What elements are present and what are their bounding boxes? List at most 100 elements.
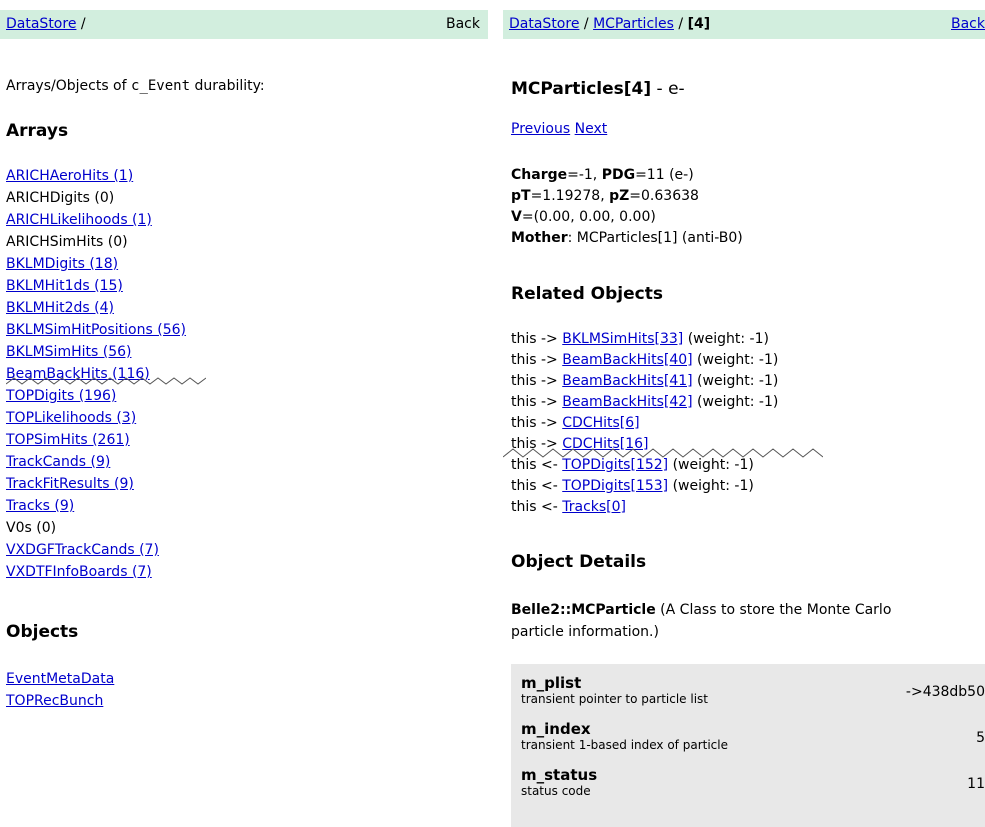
array-link[interactable]: VXDTFInfoBoards (7) (6, 564, 152, 580)
class-description: Belle2::MCParticle (A Class to store the… (511, 599, 981, 643)
array-item[interactable]: TOPSimHits (261) (6, 429, 186, 451)
array-item[interactable]: TOPLikelihoods (3) (6, 407, 186, 429)
array-label: V0s (0) (6, 520, 57, 536)
field-description: transient 1-based index of particle (521, 738, 728, 752)
array-item[interactable]: VXDTFInfoBoards (7) (6, 561, 186, 583)
field-row: m_index transient 1-based index of partic… (521, 720, 985, 762)
pt-label: pT (511, 188, 531, 204)
object-item[interactable]: EventMetaData (6, 668, 114, 690)
array-item[interactable]: BKLMHit2ds (4) (6, 297, 186, 319)
array-link[interactable]: VXDGFTrackCands (7) (6, 542, 159, 558)
breadcrumb-mcparticles-link[interactable]: MCParticles (593, 16, 674, 32)
momentum-line: pT=1.19278, pZ=0.63638 (511, 186, 743, 207)
array-link[interactable]: BeamBackHits (116) (6, 366, 150, 382)
field-row: m_status status code 11 (521, 766, 985, 808)
relation-arrow: this -> (511, 415, 563, 431)
previous-link[interactable]: Previous (511, 121, 570, 137)
array-link[interactable]: TrackCands (9) (6, 454, 110, 470)
array-link[interactable]: TOPLikelihoods (3) (6, 410, 136, 426)
array-item[interactable]: BKLMHit1ds (15) (6, 275, 186, 297)
breadcrumb-separator: / (579, 16, 594, 32)
right-breadcrumb: DataStore / MCParticles / [4] (509, 16, 710, 32)
breadcrumb-datastore-link[interactable]: DataStore (509, 16, 579, 32)
array-item[interactable]: ARICHAeroHits (1) (6, 165, 186, 187)
array-link[interactable]: BKLMSimHits (56) (6, 344, 131, 360)
relation-arrow: this -> (511, 394, 563, 410)
object-fields-table: m_plist transient pointer to particle lis… (511, 664, 985, 827)
breadcrumb-datastore-link[interactable]: DataStore (6, 16, 76, 32)
array-item[interactable]: TOPDigits (196) (6, 385, 186, 407)
v-label: V (511, 209, 522, 225)
array-link[interactable]: BKLMSimHitPositions (56) (6, 322, 186, 338)
related-object-link[interactable]: BeamBackHits[40] (562, 352, 692, 368)
intro-text: Arrays/Objects of (6, 78, 132, 94)
pz-label: pZ (609, 188, 630, 204)
field-name: m_index (521, 720, 591, 738)
field-name: m_status (521, 766, 598, 784)
object-link[interactable]: EventMetaData (6, 671, 114, 687)
related-object-link[interactable]: Tracks[0] (562, 499, 626, 515)
next-link[interactable]: Next (575, 121, 608, 137)
relation-arrow: this <- (511, 478, 563, 494)
mother-label: Mother (511, 230, 568, 246)
vertex-line: V=(0.00, 0.00, 0.00) (511, 207, 743, 228)
array-item[interactable]: TrackFitResults (9) (6, 473, 186, 495)
relation-arrow: this -> (511, 352, 563, 368)
array-link[interactable]: BKLMHit2ds (4) (6, 300, 114, 316)
array-link[interactable]: ARICHAeroHits (1) (6, 168, 133, 184)
array-label: ARICHSimHits (0) (6, 234, 128, 250)
pz-value: =0.63638 (629, 188, 699, 204)
array-link[interactable]: ARICHLikelihoods (1) (6, 212, 152, 228)
related-item: this -> CDCHits[6] (511, 413, 778, 434)
array-item[interactable]: VXDGFTrackCands (7) (6, 539, 186, 561)
relation-weight: (weight: -1) (668, 478, 754, 494)
object-item[interactable]: TOPRecBunch (6, 690, 114, 712)
array-item[interactable]: Tracks (9) (6, 495, 186, 517)
field-value: 5 (976, 730, 985, 746)
right-nav-bar: DataStore / MCParticles / [4] Back (503, 10, 985, 39)
related-object-link[interactable]: BKLMSimHits[33] (562, 331, 683, 347)
array-link[interactable]: TrackFitResults (9) (6, 476, 134, 492)
array-link[interactable]: TOPSimHits (261) (6, 432, 130, 448)
particle-properties: Charge=-1, PDG=11 (e-) pT=1.19278, pZ=0.… (511, 165, 743, 249)
related-object-link[interactable]: CDCHits[16] (562, 436, 648, 452)
pdg-label: PDG (601, 167, 636, 183)
charge-value: =-1, (567, 167, 602, 183)
pt-value: =1.19278, (530, 188, 610, 204)
array-item[interactable]: BKLMDigits (18) (6, 253, 186, 275)
related-object-link[interactable]: TOPDigits[153] (562, 478, 668, 494)
relation-arrow: this -> (511, 331, 563, 347)
array-item[interactable]: BKLMSimHitPositions (56) (6, 319, 186, 341)
related-item: this <- Tracks[0] (511, 497, 778, 518)
charge-pdg-line: Charge=-1, PDG=11 (e-) (511, 165, 743, 186)
array-link[interactable]: BKLMHit1ds (15) (6, 278, 123, 294)
array-link[interactable]: Tracks (9) (6, 498, 74, 514)
field-description: status code (521, 784, 591, 798)
array-link[interactable]: BKLMDigits (18) (6, 256, 118, 272)
related-heading: Related Objects (511, 284, 663, 304)
related-object-link[interactable]: BeamBackHits[42] (562, 394, 692, 410)
object-link[interactable]: TOPRecBunch (6, 693, 103, 709)
array-item[interactable]: ARICHLikelihoods (1) (6, 209, 186, 231)
related-item: this -> BKLMSimHits[33] (weight: -1) (511, 329, 778, 350)
array-item: V0s (0) (6, 517, 186, 539)
class-desc-line1: (A Class to store the Monte Carlo (655, 602, 892, 618)
related-object-link[interactable]: BeamBackHits[41] (562, 373, 692, 389)
array-item[interactable]: TrackCands (9) (6, 451, 186, 473)
array-item[interactable]: BeamBackHits (116) (6, 363, 186, 385)
related-item: this -> BeamBackHits[40] (weight: -1) (511, 350, 778, 371)
related-item: this -> BeamBackHits[42] (weight: -1) (511, 392, 778, 413)
right-back-link[interactable]: Back (951, 16, 985, 32)
related-object-link[interactable]: CDCHits[6] (562, 415, 639, 431)
charge-label: Charge (511, 167, 568, 183)
breadcrumb-separator: / (76, 16, 86, 32)
array-link[interactable]: TOPDigits (196) (6, 388, 116, 404)
related-item: this -> CDCHits[16] (511, 434, 778, 455)
array-item: ARICHDigits (0) (6, 187, 186, 209)
array-item[interactable]: BKLMSimHits (56) (6, 341, 186, 363)
left-nav-bar: DataStore / Back (0, 10, 488, 39)
array-item: ARICHSimHits (0) (6, 231, 186, 253)
related-object-link[interactable]: TOPDigits[152] (562, 457, 668, 473)
left-back-link[interactable]: Back (446, 16, 480, 32)
class-desc-line2: particle information.) (511, 624, 659, 640)
